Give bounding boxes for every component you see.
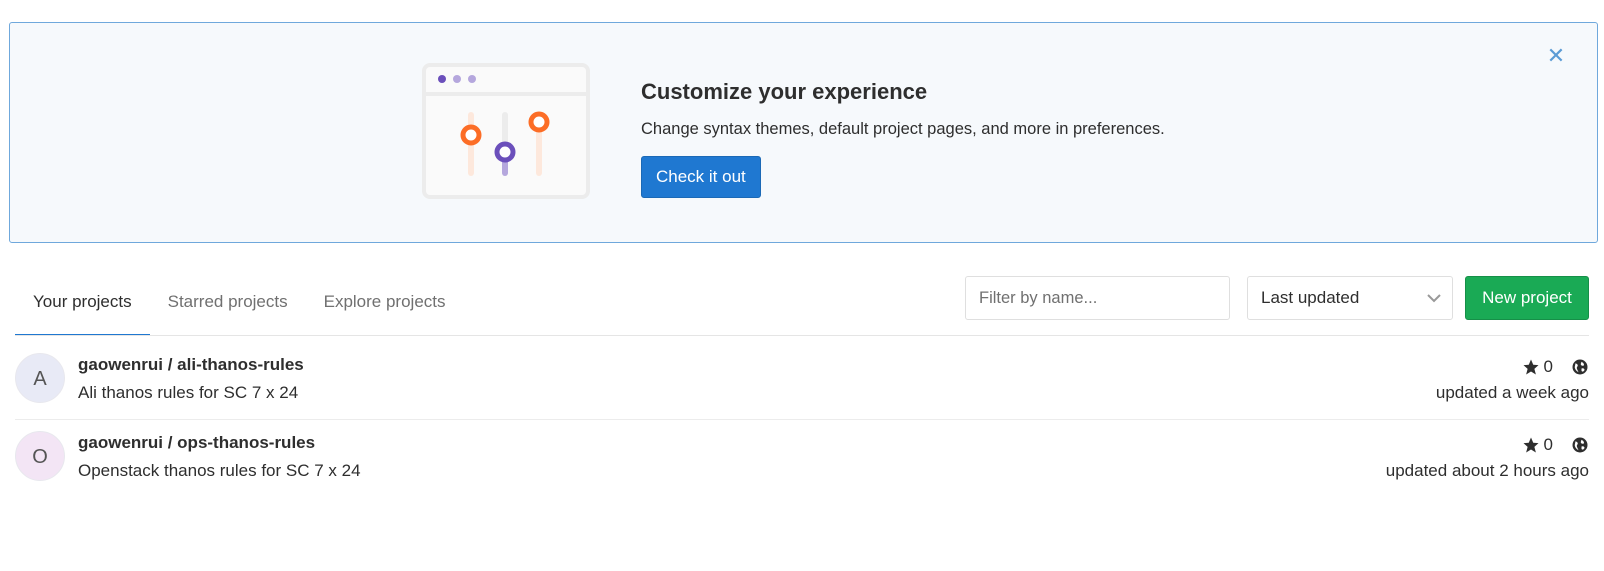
tab-your-projects[interactable]: Your projects <box>15 280 150 336</box>
project-description: Openstack thanos rules for SC 7 x 24 <box>78 461 361 480</box>
project-description: Ali thanos rules for SC 7 x 24 <box>78 383 299 402</box>
project-tabs: Your projects Starred projects Explore p… <box>15 280 464 336</box>
close-icon[interactable]: ✕ <box>1545 45 1567 67</box>
filter-input[interactable] <box>965 276 1230 320</box>
new-project-button[interactable]: New project <box>1465 276 1589 320</box>
banner-description: Change syntax themes, default project pa… <box>641 120 1165 138</box>
globe-icon <box>1572 359 1588 375</box>
preferences-illustration <box>422 63 590 199</box>
check-it-out-button[interactable]: Check it out <box>641 156 761 198</box>
project-meta: 0 <box>1522 435 1589 455</box>
banner-text: Customize your experience Change syntax … <box>641 79 1165 198</box>
star-icon[interactable] <box>1522 358 1540 376</box>
star-count[interactable]: 0 <box>1544 357 1553 377</box>
star-icon[interactable] <box>1522 436 1540 454</box>
avatar[interactable]: A <box>15 353 65 403</box>
tab-explore-projects[interactable]: Explore projects <box>306 280 464 336</box>
project-name-link[interactable]: gaowenrui / ops-thanos-rules <box>78 433 315 453</box>
updated-timestamp: updated about 2 hours ago <box>1385 461 1589 480</box>
sort-selected-label: Last updated <box>1261 288 1360 307</box>
star-count[interactable]: 0 <box>1544 435 1553 455</box>
project-row: O gaowenrui / ops-thanos-rules Openstack… <box>15 419 1589 495</box>
chevron-down-icon <box>1427 294 1441 303</box>
tabs-divider <box>15 335 1589 336</box>
project-meta: 0 <box>1522 357 1589 377</box>
globe-icon <box>1572 437 1588 453</box>
sort-dropdown[interactable]: Last updated <box>1247 276 1453 320</box>
projects-page: ✕ Customize your experience Change synta… <box>0 0 1604 571</box>
customize-banner: ✕ Customize your experience Change synta… <box>9 22 1598 243</box>
banner-title: Customize your experience <box>641 79 928 104</box>
project-row: A gaowenrui / ali-thanos-rules Ali thano… <box>15 342 1589 418</box>
project-name-link[interactable]: gaowenrui / ali-thanos-rules <box>78 355 304 375</box>
updated-timestamp: updated a week ago <box>1435 383 1589 402</box>
tab-starred-projects[interactable]: Starred projects <box>150 280 306 336</box>
avatar[interactable]: O <box>15 431 65 481</box>
